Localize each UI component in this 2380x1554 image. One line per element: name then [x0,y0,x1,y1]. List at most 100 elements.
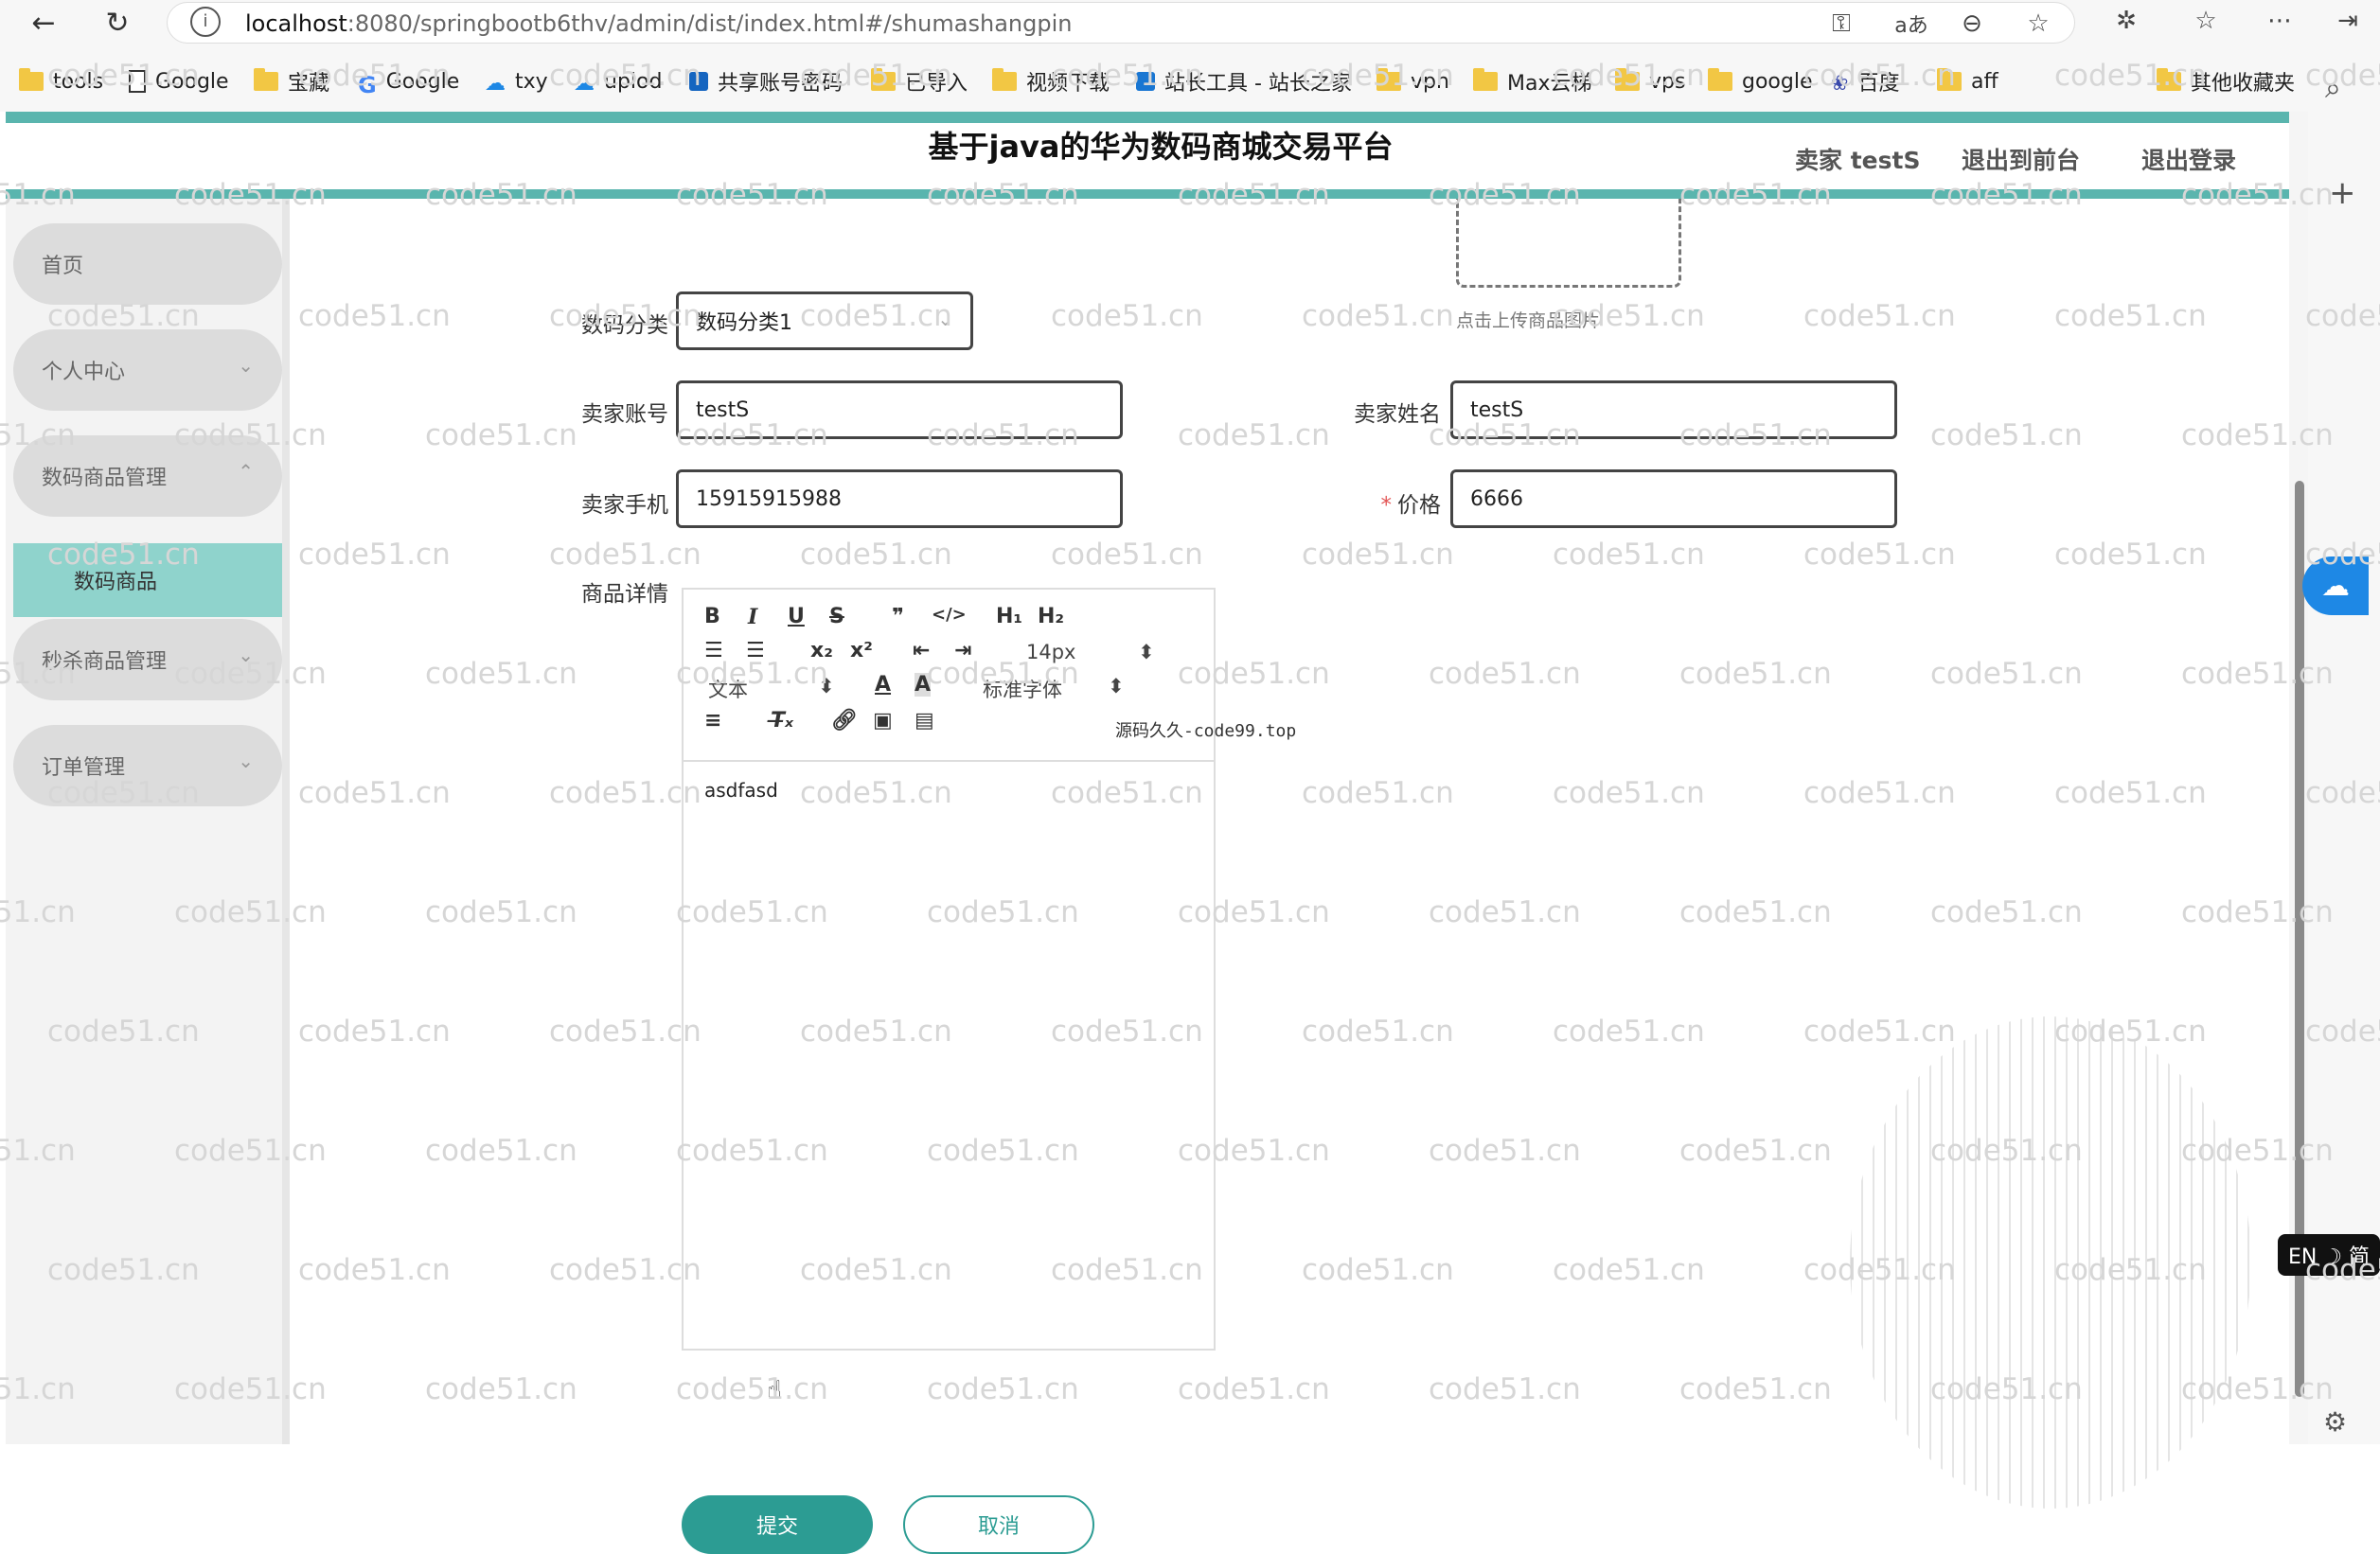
watermark-text: code51.cn [676,1134,828,1168]
watermark-text: code51.cn [2181,657,2334,691]
submit-button[interactable]: 提交 [682,1495,873,1554]
watermark-text: code51.cn [1553,538,1705,572]
watermark-text: code51.cn [174,895,327,929]
watermark-text: code51.cn [2305,59,2380,93]
watermark-text: code51.cn [2054,1015,2207,1049]
watermark-text: code51.cn [1429,895,1581,929]
watermark-text: code51.cn [1803,776,1956,810]
watermark-text: code51.cn [1302,299,1454,333]
watermark-text: code51.cn [1679,1134,1832,1168]
watermark-text: code51.cn [174,657,327,691]
watermark-text: code51.cn [927,418,1079,452]
watermark-text: code51.cn [1679,178,1832,212]
watermark-text: code51.cn [2305,776,2380,810]
watermark-text: code51.cn [1051,299,1203,333]
watermark-text: code51.cn [298,1015,451,1049]
watermark-text: code51.cn [927,1134,1079,1168]
watermark-text: code51.cn [1178,895,1330,929]
watermark-text: code51.cn [800,1015,952,1049]
watermark-text: code51.cn [927,657,1079,691]
watermark-text: code51.cn [1178,657,1330,691]
watermark-text: code51.cn [2305,538,2380,572]
watermark-text: code51.cn [298,299,451,333]
watermark-text: code51.cn [47,1253,200,1287]
watermark-text: code51.cn [47,1015,200,1049]
watermark-text: code51.cn [1051,59,1203,93]
watermark-text: code51.cn [0,1372,76,1406]
watermark-text: code51.cn [676,657,828,691]
watermark-text: code51.cn [549,59,702,93]
watermark-text: code51.cn [676,418,828,452]
watermark-layer: code51.cn code51.cn code51.cn code51.cn code… [0,0,2380,1444]
watermark-text: code51.cn [1302,59,1454,93]
watermark-text: code51.cn [549,1253,702,1287]
watermark-text: code51.cn [47,59,200,93]
watermark-text: code51.cn [1679,657,1832,691]
watermark-text: code51.cn [425,1372,577,1406]
watermark-text: code51.cn [425,895,577,929]
watermark-text: code51.cn [2181,1372,2334,1406]
watermark-text: code51.cn [549,776,702,810]
watermark-text: code51.cn [1178,1134,1330,1168]
watermark-text: code51.cn [1178,1372,1330,1406]
watermark-text: code51.cn [1302,776,1454,810]
watermark-text: code51.cn [1302,1015,1454,1049]
watermark-text: code51.cn [2054,776,2207,810]
watermark-text: code51.cn [1930,418,2083,452]
watermark-text: code51.cn [549,299,702,333]
watermark-text: code51.cn [2181,418,2334,452]
watermark-text: code51.cn [298,1253,451,1287]
watermark-text: code51.cn [2305,1253,2380,1287]
watermark-text: code51.cn [2181,895,2334,929]
watermark-text: code51.cn [174,418,327,452]
watermark-text: code51.cn [1930,1134,2083,1168]
watermark-text: code51.cn [1051,538,1203,572]
watermark-text: code51.cn [2054,538,2207,572]
watermark-text: code51.cn [1930,1372,2083,1406]
watermark-text: code51.cn [298,776,451,810]
watermark-text: code51.cn [0,418,76,452]
watermark-text: code51.cn [425,1134,577,1168]
watermark-text: code51.cn [1803,299,1956,333]
watermark-text: code51.cn [549,538,702,572]
watermark-text: code51.cn [1429,657,1581,691]
cancel-button[interactable]: 取消 [903,1495,1094,1554]
watermark-text: code51.cn [800,299,952,333]
watermark-text: code51.cn [47,776,200,810]
watermark-text: code51.cn [1051,1253,1203,1287]
watermark-text: code51.cn [1429,1134,1581,1168]
watermark-text: code51.cn [1679,895,1832,929]
watermark-text: code51.cn [676,1372,828,1406]
watermark-text: code51.cn [800,538,952,572]
watermark-text: code51.cn [800,59,952,93]
watermark-text: code51.cn [1178,418,1330,452]
watermark-text: code51.cn [2054,299,2207,333]
watermark-text: code51.cn [1679,1372,1832,1406]
watermark-text: code51.cn [1429,178,1581,212]
watermark-text: code51.cn [1553,1253,1705,1287]
watermark-text: code51.cn [1051,1015,1203,1049]
watermark-text: code51.cn [1803,1015,1956,1049]
watermark-text: code51.cn [1803,59,1956,93]
watermark-text: code51.cn [1302,538,1454,572]
watermark-text: code51.cn [0,1134,76,1168]
watermark-text: code51.cn [1429,418,1581,452]
watermark-text: code51.cn [2181,1134,2334,1168]
watermark-text: code51.cn [1803,538,1956,572]
watermark-text: code51.cn [1930,657,2083,691]
watermark-text: code51.cn [425,418,577,452]
watermark-text: code51.cn [2181,178,2334,212]
watermark-text: code51.cn [676,895,828,929]
watermark-text: code51.cn [47,538,200,572]
watermark-text: code51.cn [1553,299,1705,333]
watermark-text: code51.cn [927,178,1079,212]
watermark-text: code51.cn [549,1015,702,1049]
watermark-text: code51.cn [2054,59,2207,93]
watermark-text: code51.cn [2305,299,2380,333]
watermark-text: code51.cn [1302,1253,1454,1287]
watermark-text: code51.cn [1553,776,1705,810]
watermark-text: code51.cn [1930,178,2083,212]
watermark-text: code51.cn [0,178,76,212]
watermark-text: code51.cn [425,657,577,691]
watermark-text: code51.cn [2305,1015,2380,1049]
